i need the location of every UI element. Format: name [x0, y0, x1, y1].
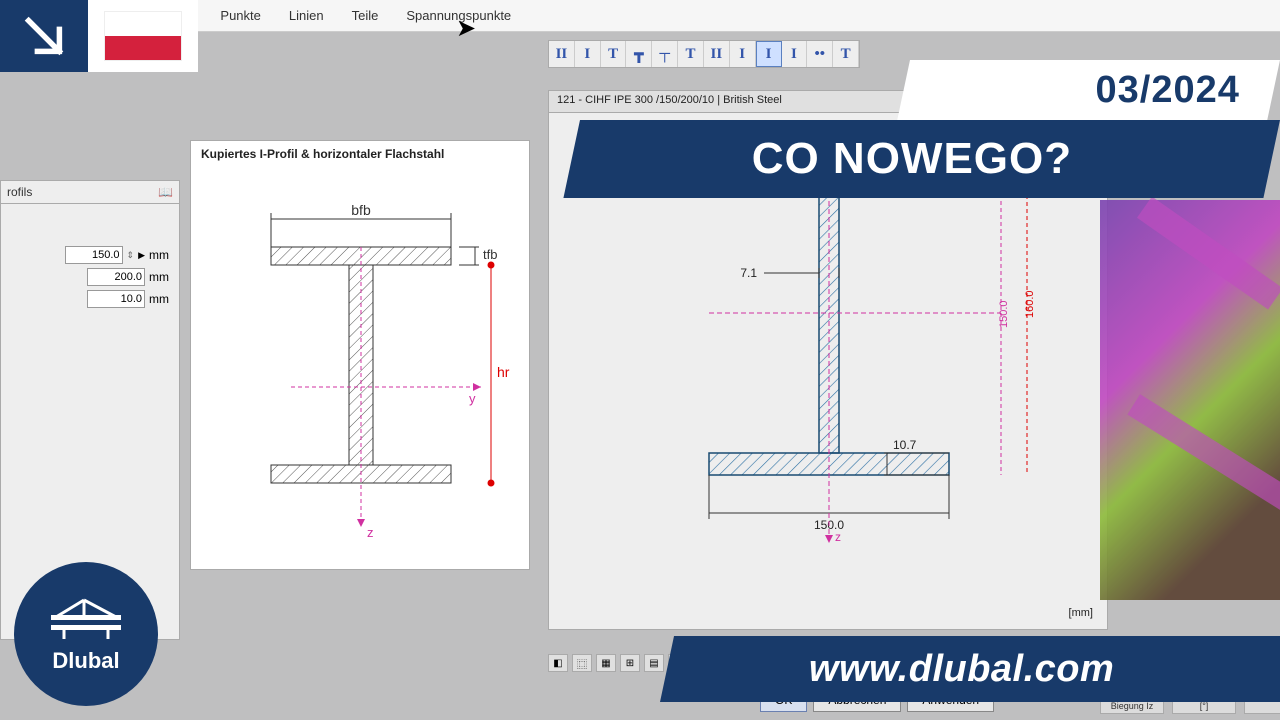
date-text: 03/2024 [1095, 69, 1239, 112]
date-banner: 03/2024 [897, 60, 1280, 120]
brand-logo-icon [46, 594, 126, 646]
library-icon[interactable]: 📖 [158, 185, 173, 199]
arrow-box [0, 0, 88, 72]
unit-label: mm [149, 248, 173, 262]
arrow-icon[interactable]: ▶ [138, 250, 145, 261]
poland-flag-icon [104, 11, 182, 61]
url-text: www.dlubal.com [809, 648, 1114, 691]
unit-label: mm [149, 292, 173, 306]
param-input[interactable] [87, 290, 145, 308]
brand-name: Dlubal [52, 648, 119, 674]
cursor-icon: ➤ [456, 14, 476, 43]
section-tool[interactable]: T [833, 41, 859, 67]
menu-item[interactable]: Punkte [220, 8, 260, 23]
svg-text:10.7: 10.7 [893, 438, 917, 452]
section-tool[interactable]: ┬ [652, 41, 678, 67]
section-tool[interactable]: T [678, 41, 704, 67]
toolbar-icon[interactable]: ⊞ [620, 654, 640, 672]
svg-text:z: z [367, 525, 374, 540]
svg-text:7.1: 7.1 [740, 266, 757, 280]
menu-item[interactable]: Linien [289, 8, 324, 23]
svg-text:160.0: 160.0 [1024, 290, 1036, 318]
3d-viewport[interactable] [1100, 200, 1280, 600]
overlay-top-left [0, 0, 198, 72]
menu-item[interactable]: Teile [352, 8, 379, 23]
svg-text:z: z [835, 530, 841, 544]
section-tool[interactable]: T [601, 41, 627, 67]
param-input[interactable] [87, 268, 145, 286]
section-tool-selected[interactable]: I [756, 41, 782, 67]
svg-text:bfb: bfb [351, 202, 371, 218]
flag-box [88, 0, 198, 72]
drawing-caption: Kupiertes I-Profil & horizontaler Flachs… [191, 141, 529, 167]
svg-text:tfb: tfb [483, 247, 497, 262]
section-tool[interactable]: ┳ [626, 41, 652, 67]
panel-header: rofils [7, 185, 32, 199]
section-svg: bfb tfb hr y z [191, 167, 531, 567]
section-shape-toolbar: II I T ┳ ┬ T II I I I •• T [548, 40, 860, 68]
headline-text: CO NOWEGO? [751, 134, 1071, 184]
spinner-icon[interactable]: ⇕ [127, 250, 135, 261]
section-tool[interactable]: •• [807, 41, 833, 67]
svg-text:150.0: 150.0 [998, 300, 1010, 328]
headline-banner: CO NOWEGO? [563, 120, 1280, 198]
toolbar-icon[interactable]: ◧ [548, 654, 568, 672]
toolbar-icon[interactable]: ⿴ [572, 654, 592, 672]
arrow-down-right-icon [22, 14, 66, 58]
unit-label: mm [149, 270, 173, 284]
section-tool[interactable]: I [782, 41, 808, 67]
svg-text:y: y [469, 391, 476, 406]
section-tool[interactable]: II [549, 41, 575, 67]
section-tool[interactable]: I [575, 41, 601, 67]
toolbar-icon[interactable]: ▤ [644, 654, 664, 672]
section-tool[interactable]: II [704, 41, 730, 67]
url-banner: www.dlubal.com [660, 636, 1280, 702]
toolbar-icon[interactable]: ▦ [596, 654, 616, 672]
section-drawing-schematic: Kupiertes I-Profil & horizontaler Flachs… [190, 140, 530, 570]
section-tool[interactable]: I [730, 41, 756, 67]
svg-text:hr: hr [497, 364, 510, 380]
unit-label: [mm] [1069, 607, 1093, 619]
param-input[interactable] [65, 246, 123, 264]
brand-badge: Dlubal [14, 562, 158, 706]
